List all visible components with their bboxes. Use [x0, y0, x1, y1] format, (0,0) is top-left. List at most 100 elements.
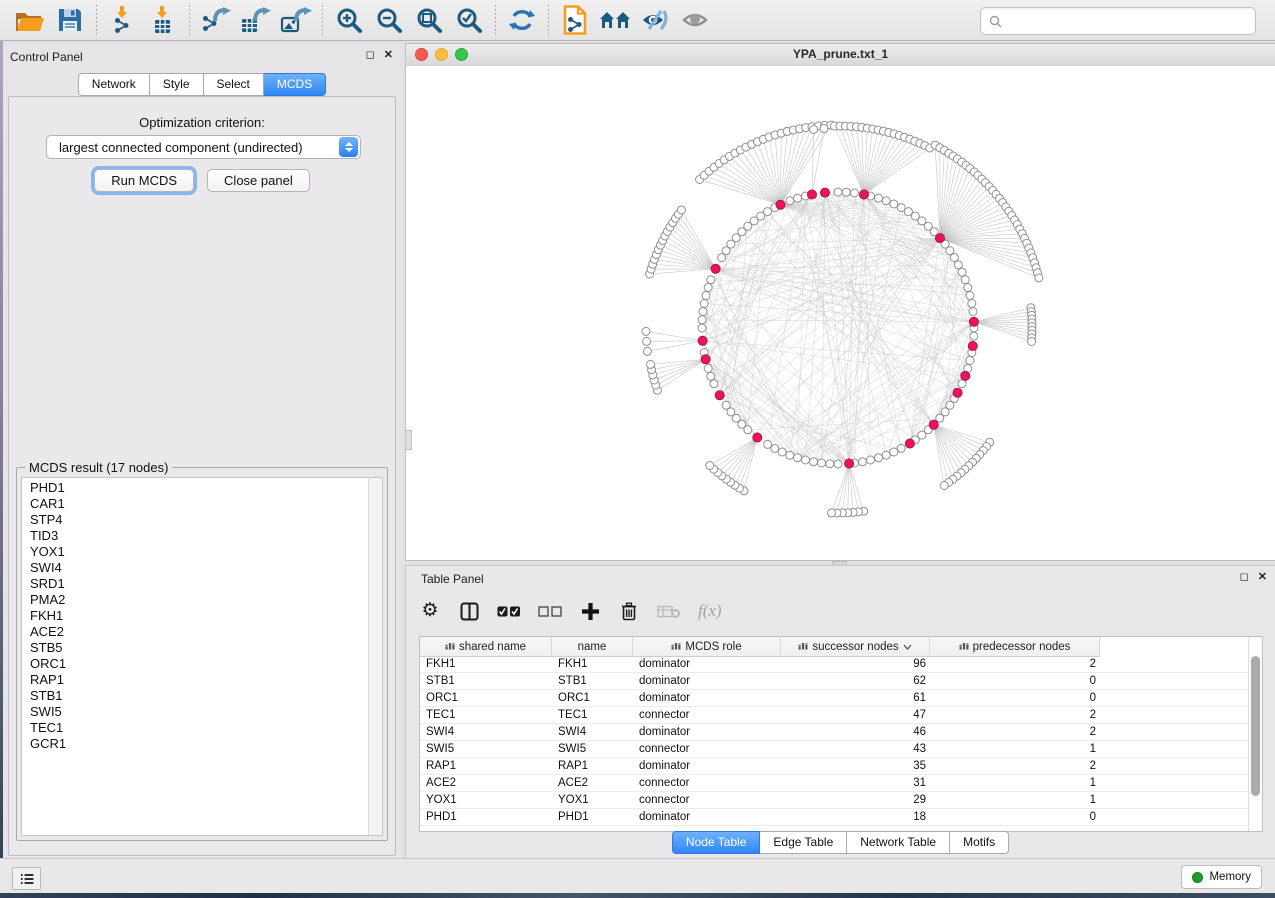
close-panel-icon[interactable]: ✕ — [384, 49, 393, 62]
network-from-selection-icon[interactable] — [555, 3, 595, 37]
tab-network-table[interactable]: Network Table — [847, 831, 950, 854]
table-header-row: shared namenameMCDS rolesuccessor nodesp… — [420, 637, 1100, 657]
close-panel-button[interactable]: Close panel — [207, 169, 310, 192]
import-network-icon[interactable] — [103, 3, 143, 37]
result-item[interactable]: SRD1 — [30, 576, 369, 592]
hide-selected-icon[interactable] — [635, 3, 675, 37]
memory-status-icon — [1192, 872, 1203, 883]
toolbar-separator — [495, 5, 496, 35]
float-table-panel-icon[interactable]: ◻ — [1240, 571, 1249, 584]
zoom-out-icon[interactable] — [369, 3, 409, 37]
splitter-handle-vertical[interactable] — [405, 430, 412, 450]
close-table-panel-icon[interactable]: ✕ — [1258, 571, 1267, 584]
task-history-button[interactable] — [12, 867, 41, 890]
table-panel-title: Table Panel — [421, 572, 484, 586]
result-item[interactable]: TEC1 — [30, 720, 369, 736]
table-row[interactable]: RAP1RAP1dominator352 — [420, 758, 1262, 775]
zoom-selected-icon[interactable] — [449, 3, 489, 37]
tab-node-table[interactable]: Node Table — [672, 831, 761, 854]
tab-style[interactable]: Style — [150, 73, 204, 96]
result-item[interactable]: STB1 — [30, 688, 369, 704]
table-toolbar: ⚙ f(x) — [419, 592, 722, 630]
first-neighbors-icon[interactable] — [595, 3, 635, 37]
task-list-icon — [20, 873, 34, 885]
table-row[interactable]: SWI5SWI5connector431 — [420, 741, 1262, 758]
table-scrollbar[interactable] — [1248, 637, 1262, 831]
import-table-icon[interactable] — [143, 3, 183, 37]
column-header-MCDS-role[interactable]: MCDS role — [633, 637, 781, 656]
result-item[interactable]: SWI5 — [30, 704, 369, 720]
column-header-shared-name[interactable]: shared name — [420, 637, 552, 656]
deselect-all-icon[interactable] — [538, 598, 562, 624]
result-item[interactable]: YOX1 — [30, 544, 369, 560]
tab-network[interactable]: Network — [78, 73, 150, 96]
main-toolbar — [0, 0, 1275, 41]
network-canvas[interactable] — [406, 66, 1275, 560]
mcds-result-group: MCDS result (17 nodes) PHD1CAR1STP4TID3Y… — [16, 467, 388, 841]
result-item[interactable]: FKH1 — [30, 608, 369, 624]
export-table-icon[interactable] — [236, 3, 276, 37]
table-options-gear-icon[interactable]: ⚙ — [419, 598, 441, 624]
search-box[interactable] — [980, 7, 1256, 35]
minimize-window-icon[interactable] — [435, 48, 448, 61]
result-item[interactable]: RAP1 — [30, 672, 369, 688]
table-row[interactable]: YOX1YOX1connector291 — [420, 792, 1262, 809]
table-row[interactable]: PHD1PHD1dominator180 — [420, 809, 1262, 826]
desktop-wallpaper-bottom — [0, 893, 1275, 898]
select-stepper-icon — [339, 137, 358, 157]
show-all-icon[interactable] — [675, 3, 715, 37]
result-item[interactable]: PMA2 — [30, 592, 369, 608]
float-panel-icon[interactable]: ◻ — [366, 49, 375, 62]
tab-select[interactable]: Select — [204, 73, 264, 96]
table-scrollbar-thumb[interactable] — [1251, 656, 1260, 796]
table-row[interactable]: TEC1TEC1connector472 — [420, 707, 1262, 724]
result-item[interactable]: GCR1 — [30, 736, 369, 752]
column-header-name[interactable]: name — [552, 637, 633, 656]
toolbar-separator — [322, 5, 323, 35]
result-item[interactable]: ORC1 — [30, 656, 369, 672]
refresh-icon[interactable] — [502, 3, 542, 37]
network-title: YPA_prune.txt_1 — [406, 44, 1275, 65]
maximize-window-icon[interactable] — [455, 48, 468, 61]
table-row[interactable]: SWI4SWI4dominator462 — [420, 724, 1262, 741]
result-item[interactable]: PHD1 — [30, 480, 369, 496]
select-all-icon[interactable] — [497, 598, 521, 624]
table-row[interactable]: FKH1FKH1dominator962 — [420, 656, 1262, 673]
memory-button[interactable]: Memory — [1181, 865, 1262, 889]
result-item[interactable]: CAR1 — [30, 496, 369, 512]
search-input[interactable] — [1008, 10, 1255, 32]
show-columns-icon[interactable] — [458, 598, 480, 624]
network-titlebar[interactable]: YPA_prune.txt_1 — [406, 44, 1275, 67]
result-item[interactable]: SWI4 — [30, 560, 369, 576]
open-file-icon[interactable] — [10, 3, 50, 37]
column-type-icon — [959, 641, 969, 653]
result-item[interactable]: STB5 — [30, 640, 369, 656]
export-network-icon[interactable] — [196, 3, 236, 37]
column-header-successor-nodes[interactable]: successor nodes — [781, 637, 930, 656]
save-session-icon[interactable] — [50, 3, 90, 37]
tab-motifs[interactable]: Motifs — [950, 831, 1009, 854]
table-row[interactable]: ORC1ORC1dominator610 — [420, 690, 1262, 707]
toolbar-separator — [96, 5, 97, 35]
add-column-icon[interactable] — [579, 598, 601, 624]
zoom-in-icon[interactable] — [329, 3, 369, 37]
node-table[interactable]: shared namenameMCDS rolesuccessor nodesp… — [419, 636, 1263, 832]
table-row[interactable]: STB1STB1dominator620 — [420, 673, 1262, 690]
export-image-icon[interactable] — [276, 3, 316, 37]
delete-column-trash-icon[interactable] — [618, 598, 640, 624]
result-item[interactable]: ACE2 — [30, 624, 369, 640]
tab-mcds[interactable]: MCDS — [264, 73, 326, 96]
control-panel: Control Panel ◻ ✕ NetworkStyleSelectMCDS… — [3, 44, 401, 858]
column-header-predecessor-nodes[interactable]: predecessor nodes — [930, 637, 1100, 656]
result-list-scrollbar[interactable] — [368, 478, 382, 835]
tab-edge-table[interactable]: Edge Table — [760, 831, 847, 854]
table-row[interactable]: ACE2ACE2connector311 — [420, 775, 1262, 792]
result-item[interactable]: STP4 — [30, 512, 369, 528]
result-item[interactable]: TID3 — [30, 528, 369, 544]
optimization-select[interactable]: largest connected component (undirected) — [46, 135, 361, 159]
run-mcds-button[interactable]: Run MCDS — [94, 169, 194, 192]
optimization-label: Optimization criterion: — [9, 115, 395, 130]
zoom-fit-icon[interactable] — [409, 3, 449, 37]
close-window-icon[interactable] — [415, 48, 428, 61]
mcds-result-list[interactable]: PHD1CAR1STP4TID3YOX1SWI4SRD1PMA2FKH1ACE2… — [21, 477, 383, 836]
